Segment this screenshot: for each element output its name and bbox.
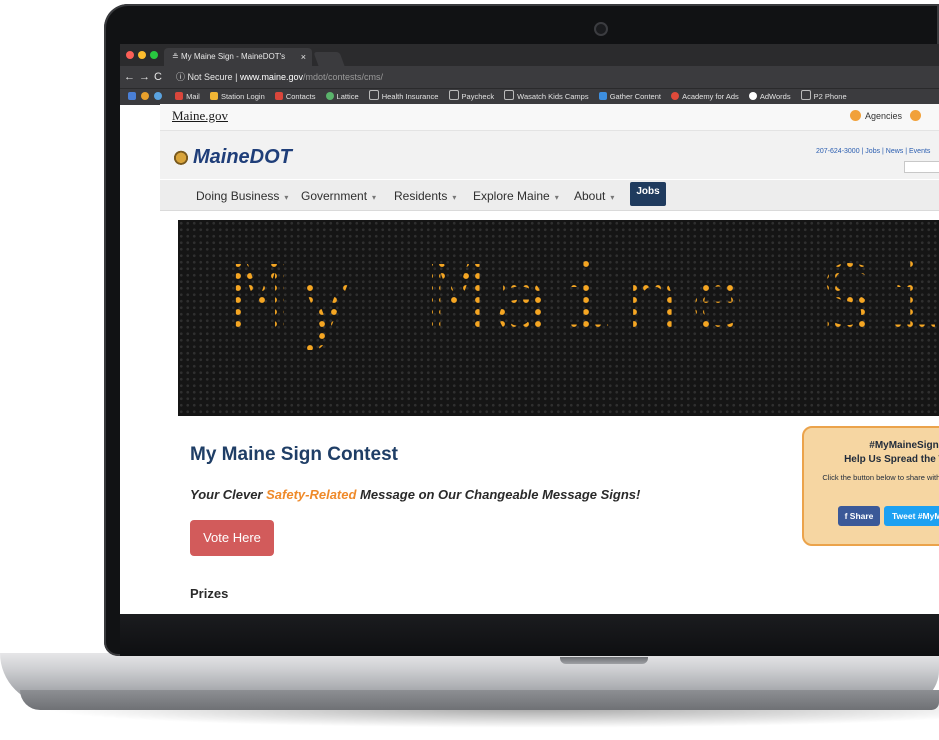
led-sign-banner: My Maine Sign	[178, 220, 939, 416]
nav-buttons: ←→C	[124, 66, 166, 88]
page-icon	[448, 90, 459, 100]
info-icon[interactable]: ⓘ	[176, 72, 185, 82]
prizes-heading: Prizes	[190, 586, 229, 601]
tweet-button[interactable]: Tweet #MyMaineSign	[884, 506, 939, 526]
bookmark-icon[interactable]	[141, 89, 152, 104]
share-box: #MyMaineSign Help Us Spread the Word Cli…	[802, 426, 939, 546]
maximize-window-icon[interactable]	[150, 51, 158, 59]
tab-close-icon[interactable]: ×	[301, 48, 306, 66]
page-icon	[368, 90, 379, 100]
nav-residents[interactable]: Residents ▾	[394, 189, 456, 203]
google-icon	[671, 92, 680, 100]
main-nav: Doing Business ▾ Government ▾ Residents ▾ E…	[160, 180, 939, 211]
bookmark-adwords[interactable]: AdWords	[748, 89, 791, 104]
new-tab-button[interactable]	[313, 52, 345, 66]
mail-icon	[175, 92, 184, 100]
url-field[interactable]: ⓘ Not Secure | www.maine.gov/mdot/contes…	[176, 66, 383, 88]
nav-about[interactable]: About ▾	[574, 189, 614, 203]
agencies-icon	[850, 110, 861, 121]
nav-jobs-button[interactable]: Jobs	[630, 182, 666, 206]
google-icon	[748, 92, 757, 100]
folder-icon	[209, 92, 218, 100]
caret-down-icon: ▾	[610, 193, 615, 202]
seal-icon	[172, 149, 190, 165]
online-services-icon[interactable]	[910, 110, 922, 121]
reload-icon[interactable]: C	[154, 71, 166, 83]
tab-title: My Maine Sign - MaineDOT's	[180, 52, 286, 61]
bookmark-mail[interactable]: Mail	[175, 89, 200, 104]
caret-down-icon: ▾	[372, 193, 377, 202]
caret-down-icon: ▾	[284, 193, 289, 202]
bookmark-contacts[interactable]: Contacts	[274, 89, 315, 104]
share-hashtag: #MyMaineSign	[869, 440, 939, 451]
facebook-share-button[interactable]: f Share	[838, 506, 880, 526]
browser-tab-bar: ≗ My Maine Sign - MaineDOT's ×	[120, 44, 939, 66]
vote-button[interactable]: Vote Here	[190, 520, 274, 556]
browser-tab[interactable]: ≗ My Maine Sign - MaineDOT's ×	[164, 48, 312, 66]
site-header: MaineDOT 207-624-3000 | Jobs | News | Ev…	[160, 131, 939, 179]
back-icon[interactable]: ←	[124, 71, 139, 83]
apps-icon[interactable]	[128, 89, 139, 104]
camera-icon	[594, 22, 608, 36]
address-bar: ←→C ⓘ Not Secure | www.maine.gov/mdot/co…	[120, 66, 939, 88]
minimize-window-icon[interactable]	[138, 51, 146, 59]
security-label: Not Secure	[187, 72, 233, 82]
bookmark-wasatch-kids-camps[interactable]: Wasatch Kids Camps	[504, 89, 589, 104]
bookmark-icon[interactable]	[154, 89, 165, 104]
laptop-base-lip	[20, 690, 939, 710]
bookmark-academy-for-ads[interactable]: Academy for Ads	[671, 89, 739, 104]
nav-explore-maine[interactable]: Explore Maine ▾	[473, 189, 559, 203]
caret-down-icon: ▾	[554, 193, 559, 202]
nav-government[interactable]: Government ▾	[301, 189, 376, 203]
screen: ≗ My Maine Sign - MaineDOT's × ←→C ⓘ Not…	[120, 44, 939, 614]
tab-favicon-icon: ≗	[172, 52, 181, 61]
bookmark-gather-content[interactable]: Gather Content	[598, 89, 661, 104]
share-heading: Help Us Spread the Word	[844, 454, 939, 465]
sign-text: My Maine Sign	[232, 246, 939, 353]
share-text: Click the button below to share with you…	[822, 473, 939, 482]
laptop-chin	[120, 614, 939, 656]
contacts-icon	[274, 92, 283, 100]
page-title: My Maine Sign Contest	[190, 444, 398, 465]
web-page: Maine.gov Agencies MaineDOT 207-624-3000…	[160, 104, 939, 614]
search-input[interactable]	[904, 161, 939, 173]
url-path: /mdot/contests/cms/	[302, 72, 383, 82]
caret-down-icon: ▾	[452, 193, 457, 202]
tagline: Your Clever Safety-Related Message on Ou…	[190, 487, 641, 502]
forward-icon[interactable]: →	[139, 71, 154, 83]
close-window-icon[interactable]	[126, 51, 134, 59]
url-host: www.maine.gov	[239, 72, 303, 82]
lattice-icon	[325, 92, 334, 100]
agencies-link[interactable]: Agencies	[850, 110, 922, 121]
bookmark-health-insurance[interactable]: Health Insurance	[368, 89, 438, 104]
bookmark-lattice[interactable]: Lattice	[325, 89, 359, 104]
page-icon	[504, 90, 515, 100]
gather-content-icon	[598, 92, 607, 100]
mainedot-logo[interactable]: MaineDOT	[172, 146, 292, 169]
bookmark-p2-phone[interactable]: P2 Phone	[800, 89, 847, 104]
maine-gov-bar: Maine.gov Agencies	[160, 104, 939, 131]
bookmark-station-login[interactable]: Station Login	[209, 89, 265, 104]
page-icon	[800, 90, 811, 100]
bookmark-paycheck[interactable]: Paycheck	[448, 89, 494, 104]
maine-gov-logo[interactable]: Maine.gov	[172, 108, 228, 124]
laptop-notch	[560, 657, 648, 664]
nav-doing-business[interactable]: Doing Business ▾	[196, 189, 288, 203]
bookmarks-bar: Mail Station Login Contacts Lattice Heal…	[120, 88, 939, 105]
header-contact-links[interactable]: 207-624-3000 | Jobs | News | Events	[816, 148, 930, 155]
